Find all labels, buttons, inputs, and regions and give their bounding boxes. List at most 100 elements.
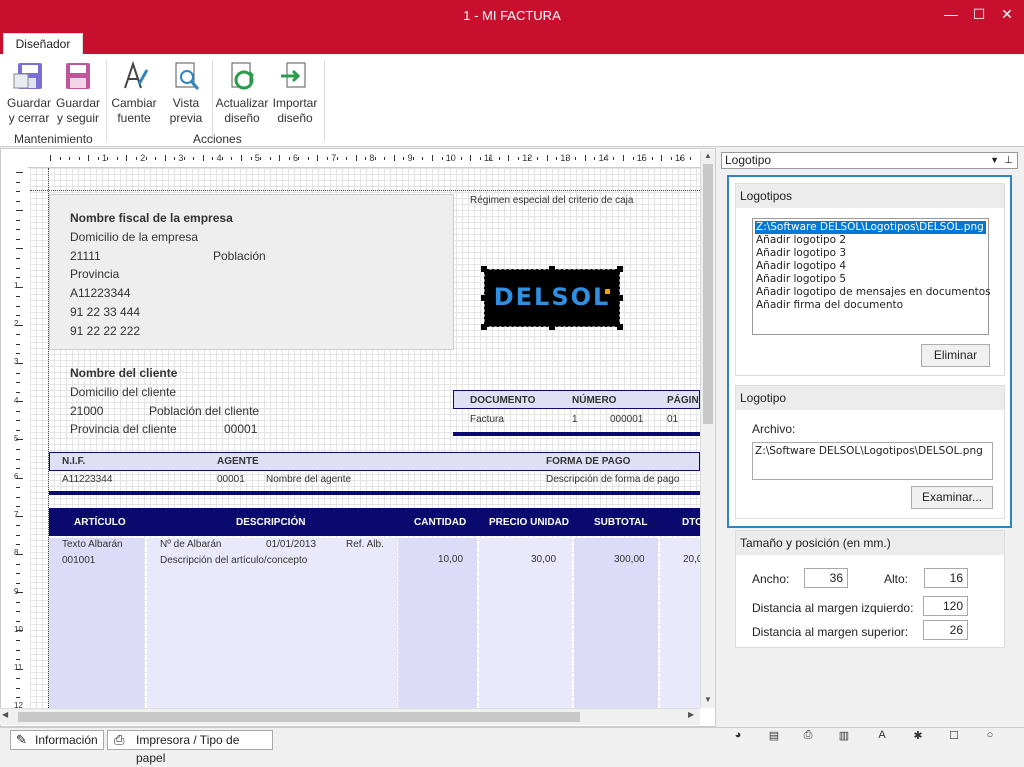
ruler-tick <box>16 601 20 603</box>
ruler-tick <box>432 155 433 161</box>
printer-tab[interactable]: ⎙ Impresora / Tipo de papel <box>107 730 273 765</box>
height-input[interactable]: 16 <box>924 568 968 588</box>
ruler-tick <box>422 157 424 160</box>
info-header: N.I.F. <box>62 456 86 467</box>
lines-header: ARTÍCULO <box>74 517 126 528</box>
info-value: 00001 <box>217 474 245 485</box>
ruler-tick <box>16 172 23 173</box>
logo-accent <box>605 289 610 294</box>
doc-header: NÚMERO <box>572 395 617 406</box>
vertical-scroll-thumb[interactable] <box>703 164 713 424</box>
top-margin-input[interactable]: 26 <box>923 620 968 640</box>
pin-icon[interactable]: ⊥ <box>1004 153 1013 168</box>
resize-handle[interactable] <box>549 324 555 330</box>
ruler-tick <box>241 155 242 161</box>
list-item[interactable]: Añadir logotipo 2 <box>755 234 986 247</box>
font-icon <box>124 60 149 89</box>
lines-header: DTO. <box>682 517 700 528</box>
ruler-tick <box>16 525 20 527</box>
properties-panel: Logotipo ▼ ⊥ Logotipos Z:\Software DELSO… <box>716 148 1024 727</box>
ruler-label: 9 <box>407 153 413 163</box>
left-margin-input[interactable]: 120 <box>923 596 968 616</box>
scroll-down-icon[interactable]: ▼ <box>701 695 715 704</box>
ruler-label: 9 <box>14 586 19 596</box>
horizontal-scrollbar[interactable]: ◀ ▶ <box>0 708 700 725</box>
ruler-label: 8 <box>369 153 375 163</box>
update-design-button[interactable]: Actualizar diseño <box>215 60 269 126</box>
doc-header: DOCUMENTO <box>470 395 536 406</box>
line-description: Descripción del artículo/concepto <box>160 555 308 566</box>
list-item[interactable]: Añadir logotipo 3 <box>755 247 986 260</box>
ruler-tick <box>145 157 147 160</box>
resize-handle[interactable] <box>617 266 623 272</box>
ruler-tick <box>16 305 20 307</box>
minimize-button[interactable]: — <box>940 4 962 24</box>
ruler-label: 6 <box>293 153 299 163</box>
resize-handle[interactable] <box>549 266 555 272</box>
lines-header: DESCRIPCIÓN <box>236 517 306 528</box>
save-continue-button[interactable]: Guardar y seguir <box>55 60 101 126</box>
width-input[interactable]: 36 <box>804 568 848 588</box>
maximize-button[interactable]: ☐ <box>968 4 990 24</box>
ruler-tick <box>336 157 338 160</box>
save-close-button[interactable]: Guardar y cerrar <box>5 60 53 126</box>
ruler-tick <box>59 157 61 160</box>
list-item[interactable]: Añadir logotipo de mensajes en documento… <box>755 286 991 299</box>
client-zip: 21000 <box>70 404 104 418</box>
logo-settings-frame: Logotipos Z:\Software DELSOL\Logotipos\D… <box>727 175 1012 528</box>
ruler-label: 11 <box>14 663 23 672</box>
import-design-button[interactable]: Importar diseño <box>271 60 319 126</box>
ruler-label: 11 <box>484 153 494 163</box>
scroll-left-icon[interactable]: ◀ <box>2 710 8 719</box>
rectangle-icon[interactable]: ☐ <box>944 729 964 747</box>
logo-selected[interactable]: DELSOL <box>484 269 620 327</box>
resize-handle[interactable] <box>481 324 487 330</box>
list-item[interactable]: Añadir logotipo 4 <box>755 260 986 273</box>
resize-handle[interactable] <box>481 295 487 301</box>
file-path-field[interactable]: Z:\Software DELSOL\Logotipos\DELSOL.png <box>752 442 993 480</box>
line-icon[interactable]: ✱ <box>908 729 928 747</box>
info-tab[interactable]: ✎ Información <box>10 730 104 750</box>
change-font-button[interactable]: Cambiar fuente <box>111 60 157 126</box>
vertical-scrollbar[interactable]: ▲ ▼ <box>700 150 715 708</box>
resize-handle[interactable] <box>617 295 623 301</box>
invoice-page: Régimen especial del criterio de caja No… <box>30 168 700 708</box>
delete-button[interactable]: Eliminar <box>921 344 990 367</box>
palette-icon[interactable]: ◕ <box>728 729 748 747</box>
ruler-tick <box>498 157 500 160</box>
ruler-tick <box>393 155 395 161</box>
ruler-tick <box>16 277 20 279</box>
close-button[interactable]: ✕ <box>996 4 1018 24</box>
line-albaran-text: Texto Albarán <box>62 539 123 550</box>
image-icon[interactable]: ▤ <box>764 729 784 747</box>
ruler-tick <box>16 620 20 622</box>
ruler-tick <box>346 157 348 160</box>
list-item[interactable]: Añadir firma del documento <box>755 299 986 312</box>
horizontal-scroll-thumb[interactable] <box>18 712 580 722</box>
ruler-tick <box>16 697 20 699</box>
preview-button[interactable]: Vista previa <box>164 60 208 126</box>
ruler-tick <box>470 155 472 161</box>
chevron-down-icon[interactable]: ▼ <box>990 153 999 168</box>
barcode-icon[interactable]: ▥ <box>834 729 854 747</box>
ruler-label: 12 <box>14 701 23 708</box>
list-item[interactable]: Añadir logotipo 5 <box>755 273 986 286</box>
list-item[interactable]: Z:\Software DELSOL\Logotipos\DELSOL.png <box>755 221 986 234</box>
ruler-tick <box>231 157 233 160</box>
browse-button[interactable]: Examinar... <box>911 486 993 509</box>
tab-disenador[interactable]: Diseñador <box>3 33 83 54</box>
scroll-up-icon[interactable]: ▲ <box>701 151 715 160</box>
size-position-title: Tamaño y posición (en mm.) <box>736 531 1004 555</box>
group-label-actions: Acciones <box>193 132 242 146</box>
scroll-right-icon[interactable]: ▶ <box>688 710 694 719</box>
element-selector[interactable]: Logotipo ▼ ⊥ <box>721 152 1018 169</box>
ruler-tick <box>661 155 663 161</box>
ruler-tick <box>632 157 634 160</box>
printer-settings-icon[interactable]: ⎙ <box>798 729 818 747</box>
import-design-label: Importar diseño <box>272 96 318 125</box>
text-icon[interactable]: A <box>872 729 892 747</box>
resize-handle[interactable] <box>481 266 487 272</box>
resize-handle[interactable] <box>617 324 623 330</box>
logos-list[interactable]: Z:\Software DELSOL\Logotipos\DELSOL.png … <box>752 218 991 335</box>
circle-icon[interactable]: ○ <box>980 729 1000 747</box>
